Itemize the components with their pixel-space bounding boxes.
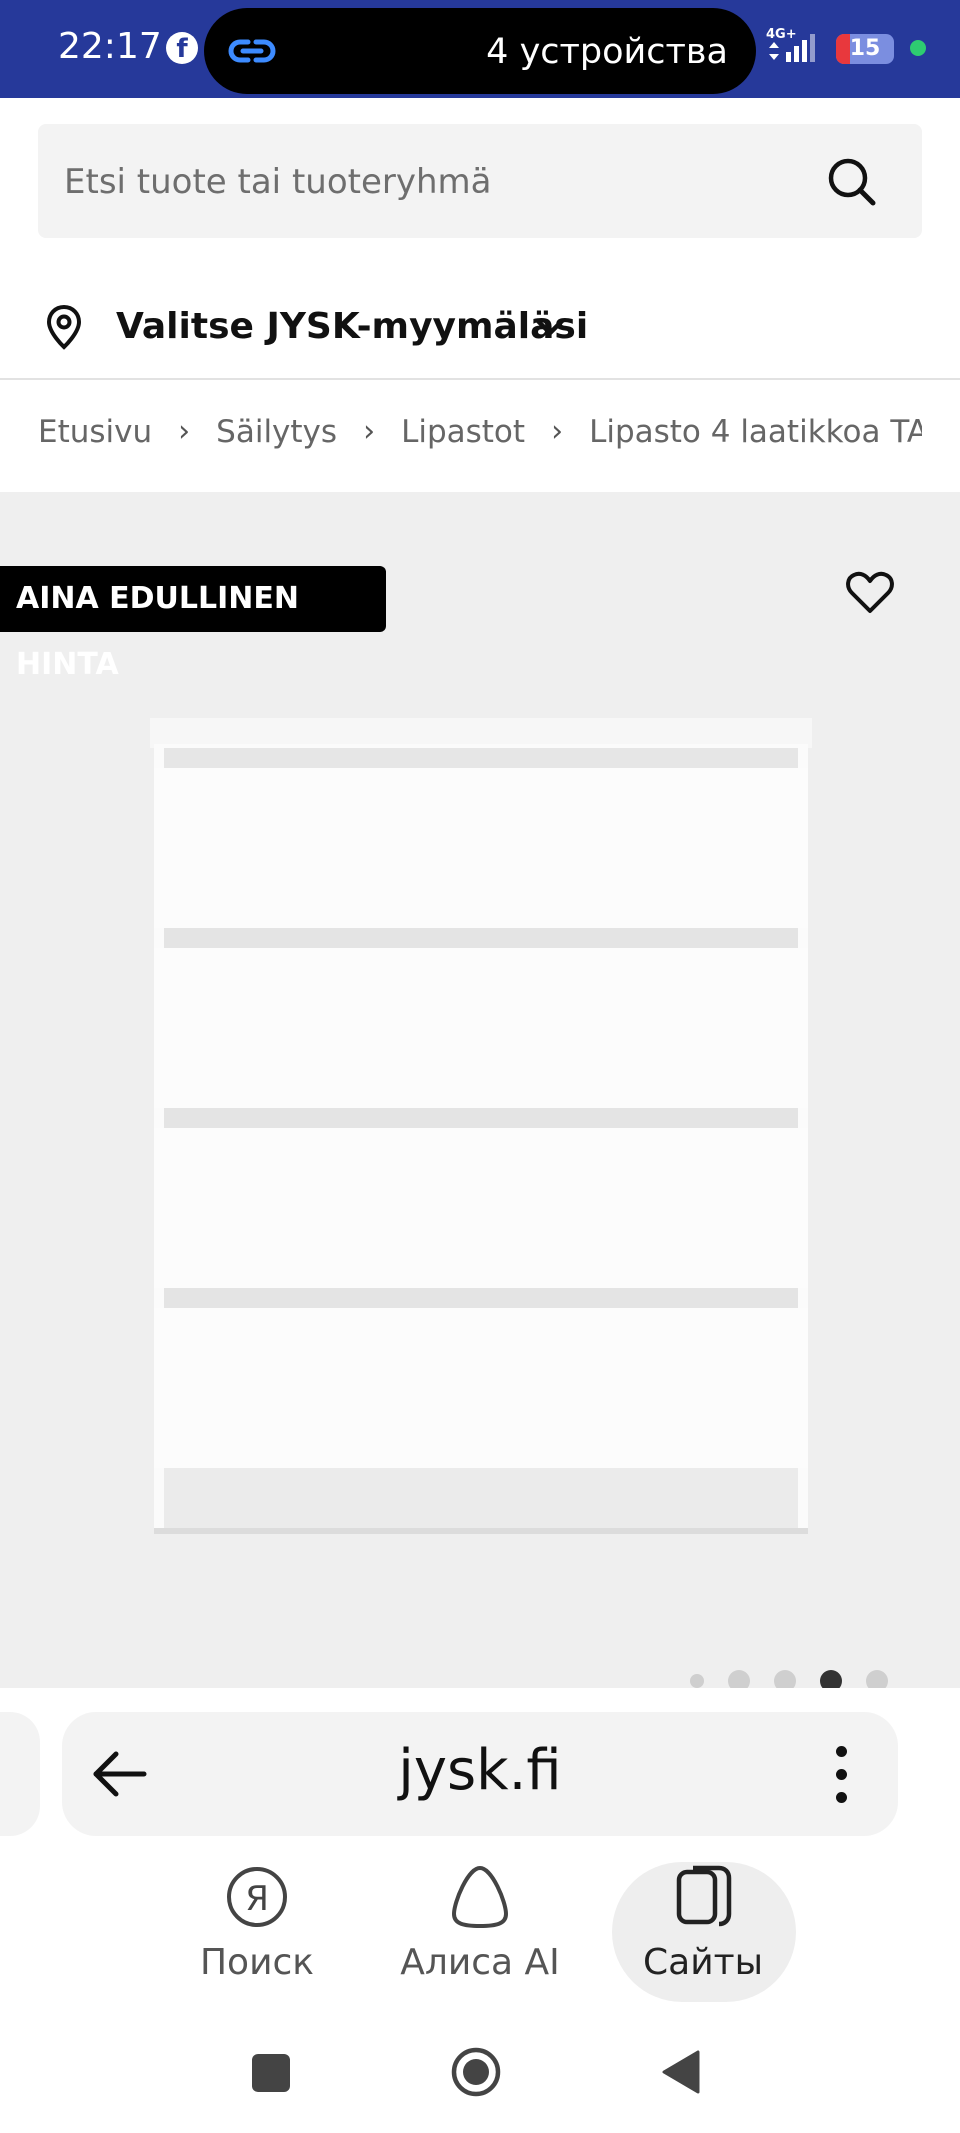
status-time: 22:17	[58, 26, 162, 67]
link-icon	[228, 39, 276, 63]
search-icon[interactable]	[826, 156, 878, 208]
price-badge: AINA EDULLINEN HINTA	[0, 566, 386, 682]
battery-level: 15	[849, 36, 881, 61]
carousel-dot[interactable]	[774, 1670, 796, 1688]
search-placeholder: Etsi tuote tai tuoteryhmä	[64, 162, 492, 202]
system-navigation-bar	[0, 2028, 960, 2133]
tabs-icon	[676, 1865, 732, 1927]
nav-alice-label: Алиса AI	[400, 1942, 560, 1983]
breadcrumb-item-product: Lipasto 4 laatikkoa TANGE valkoinen	[589, 413, 922, 450]
nav-sites[interactable]: Сайты	[608, 1862, 798, 2002]
address-bar[interactable]: jysk.fi	[62, 1712, 898, 1836]
product-gallery[interactable]: AINA EDULLINEN HINTA	[0, 492, 960, 1688]
carousel-dot[interactable]	[690, 1674, 704, 1688]
network-type: 4G+	[766, 27, 797, 42]
breadcrumb-item-home[interactable]: Etusivu	[38, 414, 152, 450]
devices-label: 4 устройства	[486, 32, 728, 72]
breadcrumb-separator: ›	[178, 414, 191, 449]
alice-icon	[452, 1866, 508, 1928]
nav-sites-label: Сайты	[643, 1942, 763, 1983]
recent-apps-icon[interactable]	[252, 2054, 290, 2092]
carousel-dot[interactable]	[866, 1670, 888, 1688]
store-label: Valitse JYSK-myymäläsi	[116, 306, 589, 347]
url-text[interactable]: jysk.fi	[62, 1738, 898, 1803]
yandex-search-icon: Я	[227, 1867, 287, 1927]
search-input[interactable]: Etsi tuote tai tuoteryhmä	[38, 124, 922, 238]
status-bar: 22:17 f 4 устройства 4G+ 15	[0, 0, 960, 98]
carousel-dot-active[interactable]	[820, 1670, 842, 1688]
facebook-icon: f	[166, 32, 198, 64]
home-icon[interactable]	[450, 2046, 502, 2098]
divider	[0, 378, 960, 380]
carousel-dot[interactable]	[728, 1670, 750, 1688]
store-selector[interactable]: Valitse JYSK-myymäläsi	[38, 296, 598, 358]
breadcrumb-item-storage[interactable]: Säilytys	[216, 414, 337, 450]
previous-tab-edge[interactable]	[0, 1712, 40, 1836]
breadcrumb-separator: ›	[551, 414, 564, 449]
signal-icon: 4G+	[766, 27, 815, 62]
more-options-icon[interactable]	[836, 1746, 848, 1804]
privacy-indicator-dot	[910, 40, 926, 56]
carousel-dots[interactable]	[690, 1670, 890, 1688]
nav-alice[interactable]: Алиса AI	[385, 1862, 575, 2002]
nav-search-label: Поиск	[199, 1942, 315, 1983]
nav-search[interactable]: Я Поиск	[162, 1862, 352, 2002]
battery-icon: 15	[836, 34, 894, 64]
system-back-icon[interactable]	[658, 2048, 702, 2096]
breadcrumb-separator: ›	[363, 414, 376, 449]
svg-text:Я: Я	[245, 1879, 269, 1919]
chevron-down-icon	[535, 318, 565, 336]
connected-devices-pill[interactable]: 4 устройства	[204, 8, 756, 94]
heart-icon[interactable]	[844, 568, 896, 616]
location-pin-icon	[46, 304, 82, 350]
breadcrumb-item-dressers[interactable]: Lipastot	[401, 414, 525, 450]
breadcrumb: Etusivu › Säilytys › Lipastot › Lipasto 4 laat…	[38, 412, 922, 462]
product-image-dresser	[150, 718, 812, 1534]
